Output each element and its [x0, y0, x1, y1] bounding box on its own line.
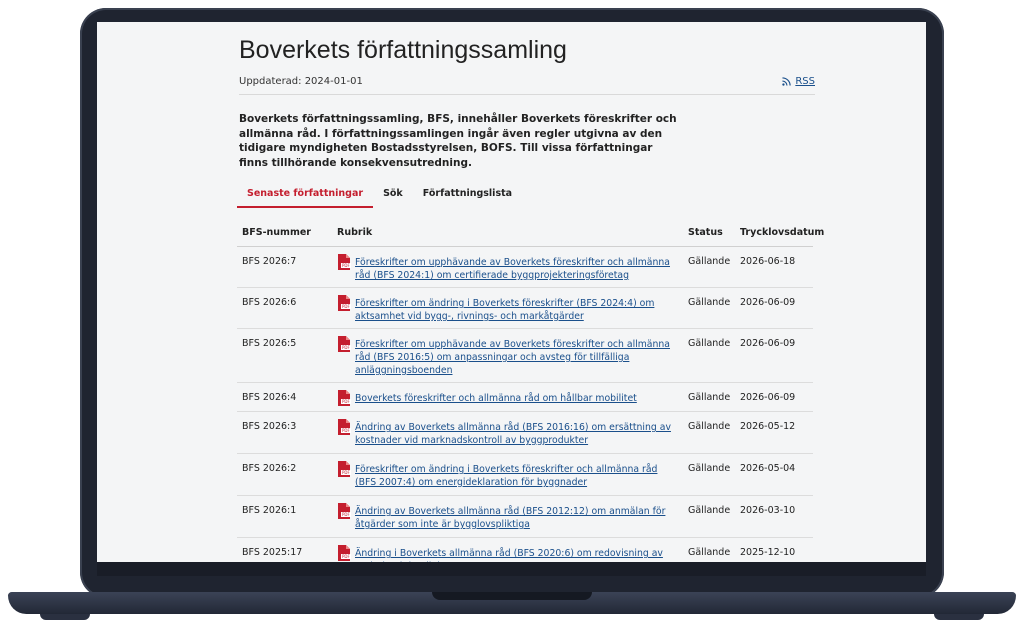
- laptop-foot-left: [40, 614, 90, 620]
- cell-status: Gällande: [688, 338, 731, 349]
- cell-date: 2026-03-10: [740, 505, 796, 516]
- cell-status: Gällande: [688, 463, 731, 474]
- cell-date: 2026-06-09: [740, 392, 796, 403]
- cell-rubrik: PDF Boverkets föreskrifter och allmänna …: [337, 390, 677, 406]
- cell-date: 2026-05-12: [740, 421, 796, 432]
- updated-row: Uppdaterad: 2024-01-01 RSS: [239, 76, 815, 95]
- table-row: BFS 2026:2 PDF Föreskrifter om ändring i…: [237, 454, 813, 496]
- pdf-file-icon: PDF: [338, 336, 351, 352]
- cell-bfs-number: BFS 2026:5: [242, 338, 297, 349]
- pdf-file-icon: PDF: [338, 390, 351, 406]
- cell-status: Gällande: [688, 392, 731, 403]
- svg-text:PDF: PDF: [342, 554, 350, 559]
- cell-rubrik: PDF Ändring av Boverkets allmänna råd (B…: [337, 419, 677, 447]
- laptop-foot-right: [934, 614, 984, 620]
- updated-date: Uppdaterad: 2024-01-01: [239, 76, 363, 87]
- cell-date: 2025-12-10: [740, 547, 796, 558]
- cell-bfs-number: BFS 2026:6: [242, 297, 297, 308]
- cell-date: 2026-06-09: [740, 338, 796, 349]
- tab-bar: Senaste författningar Sök Författningsli…: [237, 184, 522, 208]
- regulation-link[interactable]: Föreskrifter om upphävande av Boverkets …: [355, 256, 673, 282]
- rss-feed-icon: [782, 77, 792, 86]
- cell-status: Gällande: [688, 505, 731, 516]
- table-row: BFS 2026:4 PDF Boverkets föreskrifter oc…: [237, 383, 813, 412]
- pdf-file-icon: PDF: [338, 545, 351, 561]
- laptop-hinge-notch: [432, 592, 592, 600]
- table-row: BFS 2026:5 PDF Föreskrifter om upphävand…: [237, 329, 813, 383]
- header-status: Status: [688, 227, 723, 238]
- regulations-table: BFS-nummer Rubrik Status Trycklovsdatum …: [237, 218, 824, 562]
- pdf-file-icon: PDF: [338, 254, 351, 270]
- rss-link[interactable]: RSS: [782, 76, 815, 87]
- svg-text:PDF: PDF: [342, 428, 350, 433]
- cell-rubrik: PDF Föreskrifter om upphävande av Boverk…: [337, 254, 677, 282]
- table-row: BFS 2026:1 PDF Ändring av Boverkets allm…: [237, 496, 813, 538]
- svg-text:PDF: PDF: [342, 304, 350, 309]
- pdf-file-icon: PDF: [338, 503, 351, 519]
- svg-text:PDF: PDF: [342, 345, 350, 350]
- rss-label: RSS: [795, 76, 815, 87]
- cell-date: 2026-06-18: [740, 256, 796, 267]
- laptop-screen: Boverkets författningssamling Uppdaterad…: [97, 22, 926, 562]
- tab-sok[interactable]: Sök: [373, 184, 413, 206]
- page-title: Boverkets författningssamling: [239, 36, 567, 64]
- pdf-file-icon: PDF: [338, 461, 351, 477]
- cell-bfs-number: BFS 2026:1: [242, 505, 297, 516]
- table-row: BFS 2026:3 PDF Ändring av Boverkets allm…: [237, 412, 813, 454]
- tab-senaste-forfattningar[interactable]: Senaste författningar: [237, 184, 374, 208]
- cell-bfs-number: BFS 2026:4: [242, 392, 297, 403]
- tab-forfattningslista[interactable]: Författningslista: [413, 184, 522, 206]
- pdf-file-icon: PDF: [338, 295, 351, 311]
- cell-bfs-number: BFS 2026:3: [242, 421, 297, 432]
- table-row: BFS 2025:17 PDF Ändring i Boverkets allm…: [237, 538, 813, 562]
- regulation-link[interactable]: Ändring av Boverkets allmänna råd (BFS 2…: [355, 421, 673, 447]
- cell-rubrik: PDF Föreskrifter om upphävande av Boverk…: [337, 336, 677, 377]
- svg-text:PDF: PDF: [342, 399, 350, 404]
- header-trycklovsdatum: Trycklovsdatum: [740, 227, 825, 238]
- table-row: BFS 2026:7 PDF Föreskrifter om upphävand…: [237, 247, 813, 288]
- svg-text:PDF: PDF: [342, 512, 350, 517]
- cell-status: Gällande: [688, 421, 731, 432]
- svg-text:PDF: PDF: [342, 470, 350, 475]
- cell-status: Gällande: [688, 297, 731, 308]
- table-header: BFS-nummer Rubrik Status Trycklovsdatum: [237, 218, 824, 247]
- cell-rubrik: PDF Ändring av Boverkets allmänna råd (B…: [337, 503, 677, 531]
- cell-bfs-number: BFS 2025:17: [242, 547, 303, 558]
- intro-text: Boverkets författningssamling, BFS, inne…: [239, 113, 677, 169]
- cell-date: 2026-05-04: [740, 463, 796, 474]
- regulation-link[interactable]: Föreskrifter om ändring i Boverkets före…: [355, 463, 673, 489]
- cell-status: Gällande: [688, 547, 731, 558]
- cell-status: Gällande: [688, 256, 731, 267]
- laptop-chin: [97, 562, 926, 576]
- svg-text:PDF: PDF: [342, 263, 350, 268]
- regulation-link[interactable]: Föreskrifter om ändring i Boverkets före…: [355, 297, 673, 323]
- regulation-link[interactable]: Ändring av Boverkets allmänna råd (BFS 2…: [355, 505, 673, 531]
- cell-rubrik: PDF Ändring i Boverkets allmänna råd (BF…: [337, 545, 677, 562]
- pdf-file-icon: PDF: [338, 419, 351, 435]
- header-rubrik: Rubrik: [337, 227, 373, 238]
- cell-rubrik: PDF Föreskrifter om ändring i Boverkets …: [337, 295, 677, 323]
- table-row: BFS 2026:6 PDF Föreskrifter om ändring i…: [237, 288, 813, 329]
- cell-rubrik: PDF Föreskrifter om ändring i Boverkets …: [337, 461, 677, 489]
- cell-bfs-number: BFS 2026:2: [242, 463, 297, 474]
- regulation-link[interactable]: Boverkets föreskrifter och allmänna råd …: [355, 392, 673, 406]
- cell-date: 2026-06-09: [740, 297, 796, 308]
- header-bfs-nummer: BFS-nummer: [242, 227, 311, 238]
- cell-bfs-number: BFS 2026:7: [242, 256, 297, 267]
- regulation-link[interactable]: Ändring i Boverkets allmänna råd (BFS 20…: [355, 547, 673, 562]
- regulation-link[interactable]: Föreskrifter om upphävande av Boverkets …: [355, 338, 673, 377]
